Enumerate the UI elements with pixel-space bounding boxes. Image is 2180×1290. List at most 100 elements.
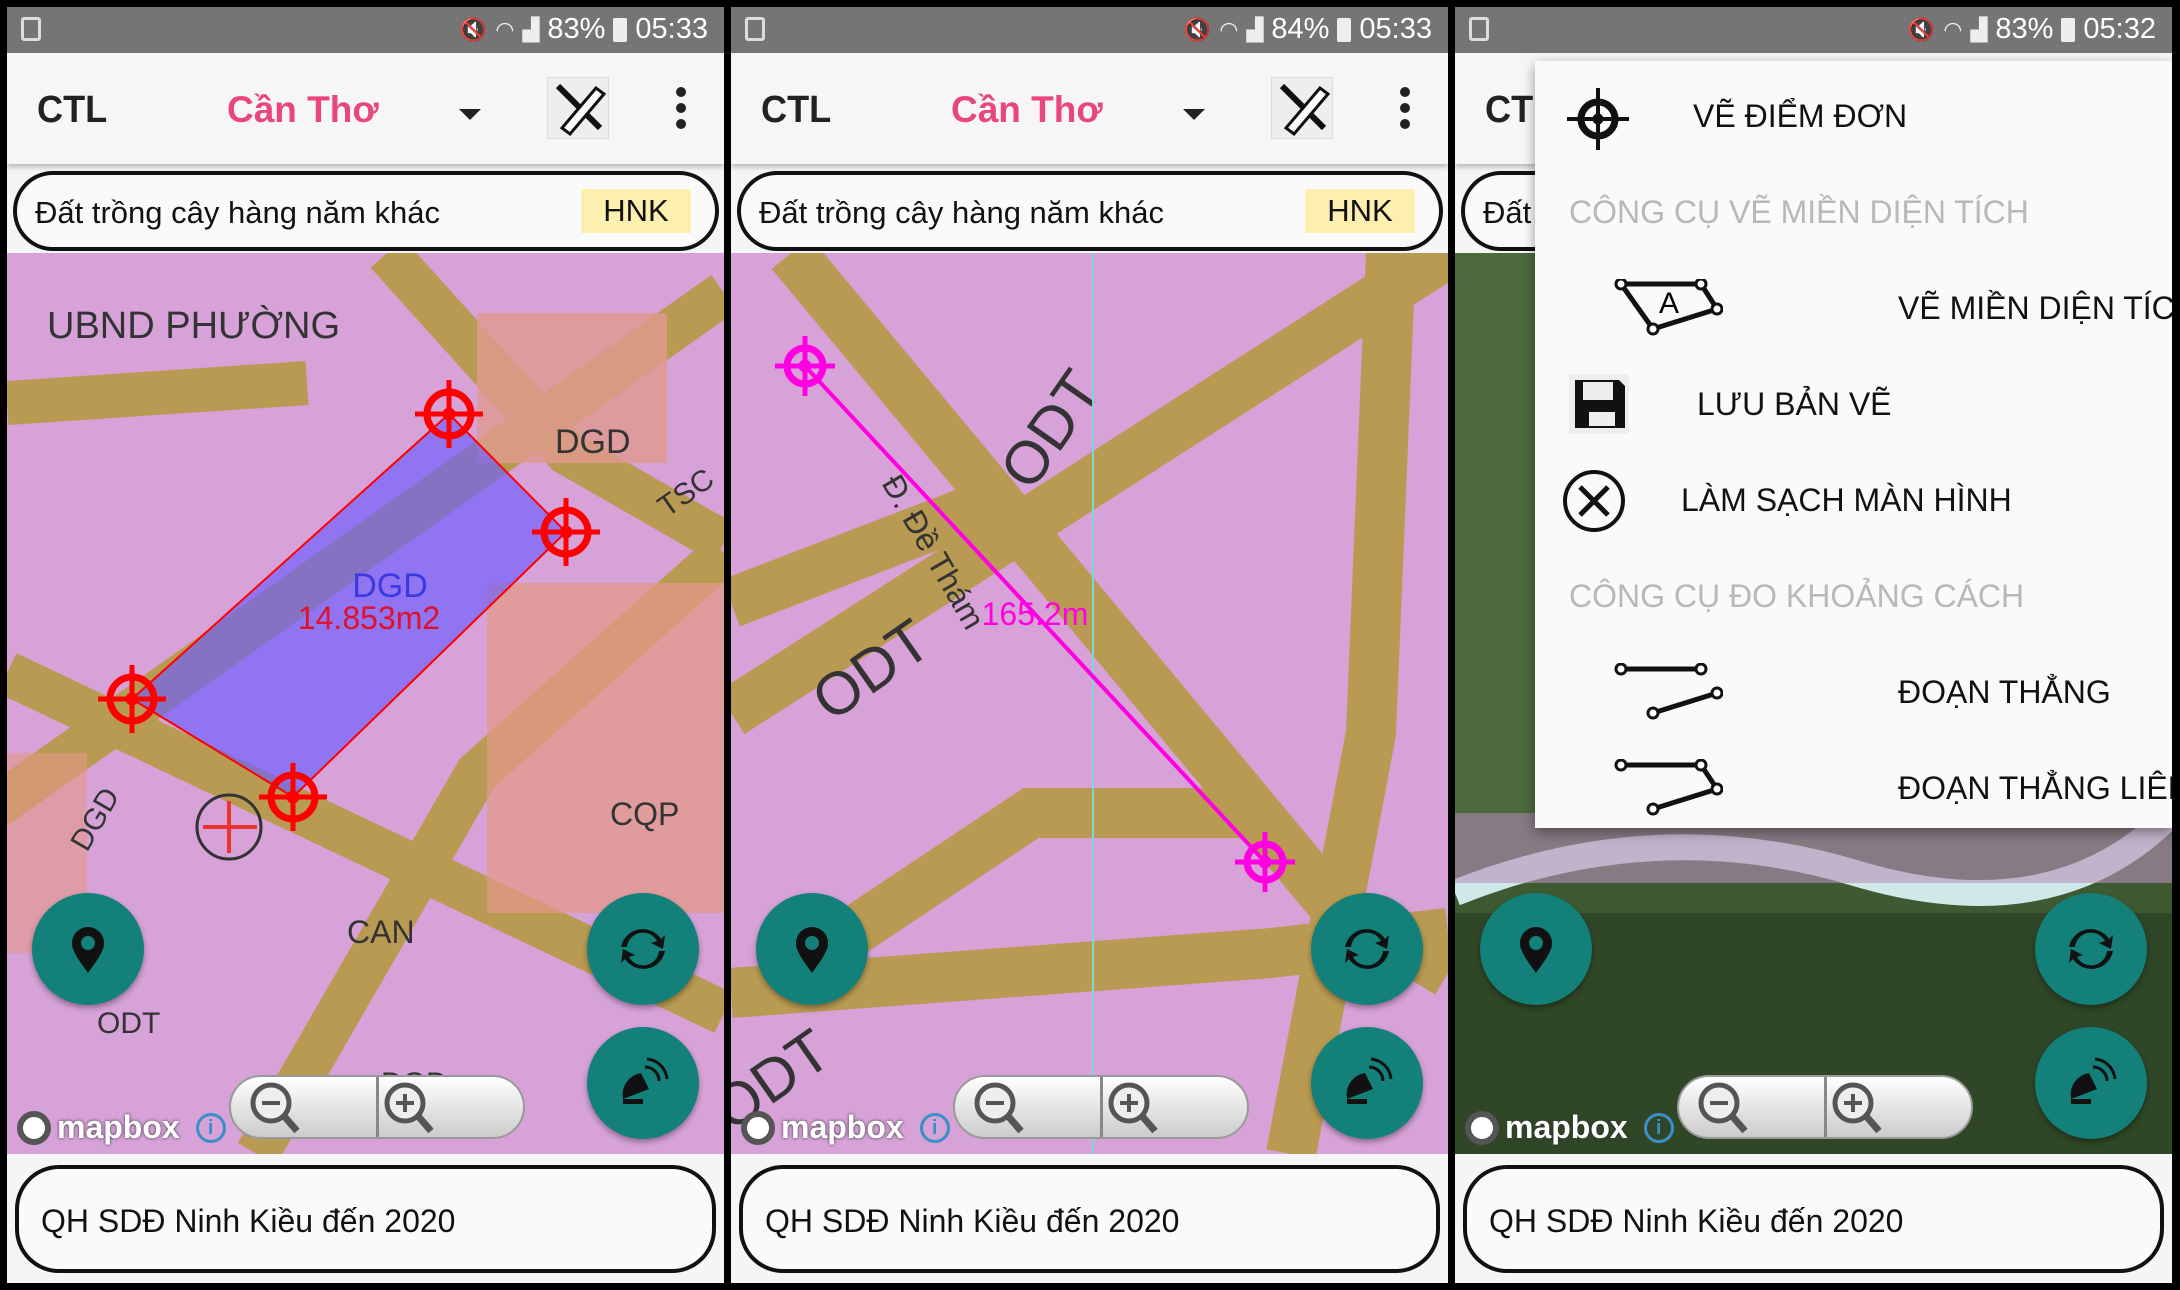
refresh-button[interactable] [2035, 893, 2147, 1005]
signal-icon: ▟ [522, 16, 540, 42]
clock: 05:33 [635, 13, 708, 45]
mapbox-wordmark: mapbox [781, 1109, 904, 1145]
zoom-control [229, 1075, 525, 1139]
distance-measurement-label: 165.2m [982, 596, 1089, 632]
city-spinner[interactable]: Cần Thơ [951, 89, 1103, 131]
menu-item-clear-circle-x[interactable]: LÀM SẠCH MÀN HÌNH [1535, 456, 2172, 546]
mute-icon: 🔇 [1183, 16, 1212, 42]
satellite-dish-icon [2070, 1057, 2117, 1104]
plan-layer-selector[interactable]: QH SDĐ Ninh Kiều đến 2020 [15, 1165, 716, 1273]
mapbox-logo-icon [1465, 1110, 1499, 1145]
my-location-button[interactable] [1480, 893, 1592, 1005]
refresh-arrows-icon [2069, 929, 2113, 969]
mapbox-logo-icon [741, 1110, 775, 1145]
zoom-control [953, 1075, 1249, 1139]
zoom-out-button[interactable] [955, 1077, 1100, 1137]
app-toolbar: CTL Cần Thơ [731, 53, 1448, 164]
info-icon[interactable]: i [919, 1112, 950, 1143]
map-label: DGD [555, 423, 631, 461]
overflow-menu-button[interactable] [1395, 83, 1415, 133]
phone-screen-3: 🔇◠▟ 83%05:32 CTL Cần Thơ Đất trồng cây h… [1455, 7, 2172, 1283]
wifi-icon: ◠ [1943, 16, 1963, 42]
signal-icon: ▟ [1970, 16, 1988, 42]
landuse-code-badge: HNK [581, 189, 691, 233]
plan-layer-name: QH SDĐ Ninh Kiều đến 2020 [1489, 1203, 1904, 1239]
mapbox-attribution[interactable]: mapbox i [741, 1109, 950, 1146]
landuse-info-field[interactable]: Đất trồng cây hàng năm khác HNK [13, 171, 719, 251]
gps-satellite-button[interactable] [2035, 1027, 2147, 1139]
zoom-in-magnifier-icon [1832, 1082, 1882, 1134]
plan-layer-selector[interactable]: QH SDĐ Ninh Kiều đến 2020 [739, 1165, 1440, 1273]
mute-icon: 🔇 [1907, 16, 1936, 42]
my-location-button[interactable] [756, 893, 868, 1005]
zoom-in-button[interactable] [1823, 1077, 1972, 1137]
mapbox-attribution[interactable]: mapbox i [1465, 1109, 1674, 1146]
satellite-dish-icon [622, 1057, 669, 1104]
plan-layer-name: QH SDĐ Ninh Kiều đến 2020 [41, 1203, 456, 1239]
app-title: CTL [761, 89, 832, 131]
svg-text:A: A [1659, 287, 1679, 320]
city-spinner[interactable]: Cần Thơ [227, 89, 379, 131]
zoom-out-button[interactable] [1679, 1077, 1824, 1137]
zoom-out-magnifier-icon [974, 1082, 1024, 1134]
satellite-dish-icon [1346, 1057, 1393, 1104]
plan-layer-name: QH SDĐ Ninh Kiều đến 2020 [765, 1203, 1180, 1239]
wifi-icon: ◠ [1219, 16, 1239, 42]
gallery-notification-icon [1469, 17, 1489, 41]
map-canvas[interactable]: ODTODTĐ. Đề ThámODT165.2m [731, 253, 1448, 1154]
battery-charging-icon [1337, 17, 1352, 42]
menu-item-line-segment[interactable]: ĐOẠN THẲNG [1535, 648, 2172, 738]
phone-screen-1: 🔇 ◠ ▟ 83% 05:33 CTL Cần Thơ Đất trồng cây h… [7, 7, 724, 1283]
signal-icon: ▟ [1246, 16, 1264, 42]
clock: 05:32 [2083, 13, 2156, 45]
map-label: CQP [610, 796, 679, 832]
location-pin-icon [796, 927, 828, 973]
gps-satellite-button[interactable] [1311, 1027, 1423, 1139]
refresh-button[interactable] [1311, 893, 1423, 1005]
landuse-info-field[interactable]: Đất trồng cây hàng năm khác HNK [737, 171, 1443, 251]
landuse-code-badge: HNK [1305, 189, 1415, 233]
mapbox-wordmark: mapbox [1505, 1109, 1628, 1145]
zoom-in-button[interactable] [375, 1077, 524, 1137]
mapbox-wordmark: mapbox [57, 1109, 180, 1145]
info-icon[interactable]: i [195, 1112, 226, 1143]
info-icon[interactable]: i [1643, 1112, 1674, 1143]
map-view[interactable]: ODT ODT Đ. Đề Thám ODT 165.2m mapbox i [731, 253, 1448, 1154]
zoom-out-magnifier-icon [250, 1082, 300, 1134]
map-canvas[interactable]: UBND PHƯỜNGDGDTSCDGDCQPCANODTDGDDGD14.85… [7, 253, 724, 1154]
my-location-button[interactable] [32, 893, 144, 1005]
menu-item-polyline[interactable]: ĐOẠN THẲNG LIÊN T.. [1535, 744, 2172, 834]
status-bar: 🔇 ◠ ▟ 84% 05:33 [731, 7, 1448, 53]
zoom-in-button[interactable] [1099, 1077, 1248, 1137]
zoom-in-magnifier-icon [384, 1082, 434, 1134]
chevron-down-icon[interactable] [1183, 109, 1205, 120]
gallery-notification-icon [21, 17, 41, 41]
center-crosshair-icon [195, 793, 263, 861]
map-label: UBND PHƯỜNG [47, 304, 340, 347]
map-label: ODT [97, 1007, 160, 1040]
mute-icon: 🔇 [459, 16, 488, 42]
mapbox-attribution[interactable]: mapbox i [17, 1109, 226, 1146]
chevron-down-icon[interactable] [459, 109, 481, 120]
drawing-tools-button[interactable] [1271, 77, 1333, 139]
battery-percent: 83% [547, 13, 606, 45]
map-label: CAN [347, 914, 415, 950]
status-bar: 🔇 ◠ ▟ 83% 05:32 [1455, 7, 2172, 53]
battery-charging-icon [2061, 17, 2076, 42]
gallery-notification-icon [745, 17, 765, 41]
landuse-name: Đất trồng cây hàng năm khác [35, 195, 440, 230]
menu-item-floppy-save[interactable]: LƯU BẢN VẼ [1535, 360, 2172, 450]
overflow-menu-button[interactable] [671, 83, 691, 133]
refresh-button[interactable] [587, 893, 699, 1005]
gps-satellite-button[interactable] [587, 1027, 699, 1139]
menu-item-crosshair[interactable]: VẼ ĐIỂM ĐƠN [1535, 72, 2172, 162]
clock: 05:33 [1359, 13, 1432, 45]
zoom-out-button[interactable] [231, 1077, 376, 1137]
refresh-arrows-icon [1345, 929, 1389, 969]
plan-layer-selector[interactable]: QH SDĐ Ninh Kiều đến 2020 [1463, 1165, 2164, 1273]
status-bar: 🔇 ◠ ▟ 83% 05:33 [7, 7, 724, 53]
map-view[interactable]: UBND PHƯỜNGDGDTSCDGDCQPCANODTDGDDGD14.85… [7, 253, 724, 1154]
drawing-tools-button[interactable] [547, 77, 609, 139]
menu-item-polygon-area[interactable]: A VẼ MIỀN DIỆN TÍCH [1535, 264, 2172, 354]
menu-section-header: CÔNG CỤ VẼ MIỀN DIỆN TÍCH [1569, 194, 2029, 230]
